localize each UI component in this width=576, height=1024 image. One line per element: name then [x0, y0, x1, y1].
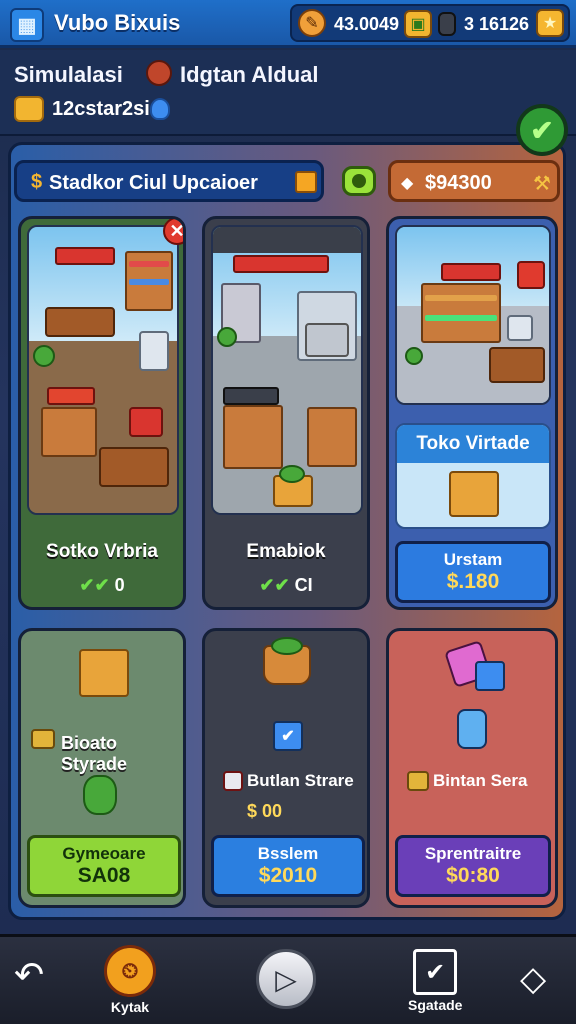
upgrade-button-3[interactable]: Sprentraitre $0:80: [395, 835, 551, 897]
category-banner[interactable]: $ Stadkor Ciul Upcaioer: [14, 160, 324, 202]
shop-scene-1: [27, 225, 179, 515]
info-panel: Toko Virtade: [395, 423, 551, 529]
nav-kytak[interactable]: ⏲ Kytak: [104, 945, 156, 1015]
upgrade-stat: $ 00: [247, 801, 283, 821]
shop-scene-2: [211, 225, 363, 515]
ticket-icon[interactable]: ✎: [298, 9, 326, 37]
upgrade-card-1[interactable]: Bioato Styrade Gymeoare SA08: [18, 628, 186, 908]
check-icon: ✔✔: [259, 575, 290, 595]
upgrade-label: Butlan Strare: [247, 771, 354, 790]
nav-back[interactable]: ↶: [14, 955, 44, 997]
app-title: Vubo Bixuis: [54, 10, 181, 35]
toggle-icon[interactable]: [342, 166, 376, 196]
jar-icon: [223, 771, 243, 791]
diamond-outline-icon: ◇: [520, 960, 547, 998]
meat-icon: [146, 60, 172, 86]
coin-balance: 12cstar2si: [52, 98, 150, 120]
check-icon: ✔✔: [79, 575, 110, 595]
timer-icon: ⏲: [104, 945, 156, 997]
header-subtitle: Idgtan Aldual: [180, 62, 319, 87]
robot-icon: [457, 709, 487, 749]
gift-box-icon: [475, 661, 505, 691]
card-stat: ✔✔ CI: [259, 575, 313, 595]
checkbox-icon[interactable]: ✔: [273, 721, 303, 751]
upgrade-label: Bioato Styrade: [61, 733, 128, 774]
dollar-icon: $: [31, 171, 43, 193]
top-bar: ▦ Vubo Bixuis ✎ 43.0049 ▣ 3 16126 ★: [0, 0, 576, 48]
upgrade-card-2[interactable]: ✔ Butlan Strare $ 00 Bsslem $2010: [202, 628, 370, 908]
bag-icon[interactable]: [438, 12, 456, 36]
upgrade-button-2[interactable]: Bsslem $2010: [211, 835, 365, 897]
build-button[interactable]: Urstam $.180: [395, 541, 551, 603]
header-title: Simulalasi: [14, 62, 123, 87]
tray-icon: [31, 729, 55, 749]
banner-label: Stadkor Ciul Upcaioer: [49, 172, 258, 194]
package-icon: [79, 649, 129, 697]
price-pill[interactable]: ◆ $94300 ⚒: [388, 160, 560, 202]
info-title: Toko Virtade: [397, 425, 549, 463]
currency-bar: ✎ 43.0049 ▣ 3 16126 ★: [290, 4, 570, 42]
confirm-check-icon[interactable]: ✔: [516, 104, 568, 156]
jar-icon: [407, 771, 429, 791]
package-icon: [449, 471, 499, 517]
price-value: $94300: [425, 172, 492, 194]
shop-card-3[interactable]: Toko Virtade Urstam $.180: [386, 216, 558, 610]
diamond-icon: ◆: [401, 175, 414, 192]
crate-icon[interactable]: ▣: [404, 10, 432, 38]
star-icon[interactable]: ★: [536, 9, 564, 37]
shop-card-1[interactable]: ✕ Sotko Vrbria ✔✔ 0: [18, 216, 186, 610]
nav-more[interactable]: ◇: [520, 959, 546, 1001]
nav-play[interactable]: ▷: [256, 949, 316, 1011]
upgrade-card-3[interactable]: Bintan Sera Sprentraitre $0:80: [386, 628, 558, 908]
undo-icon: ↶: [14, 954, 45, 995]
card-stat: ✔✔ 0: [79, 575, 125, 595]
shop-card-2[interactable]: Emabiok ✔✔ CI: [202, 216, 370, 610]
nav-sgatade[interactable]: ✔ Sgatade: [408, 949, 462, 1013]
upgrade-button-1[interactable]: Gymeoare SA08: [27, 835, 181, 897]
clipboard-icon: ✔: [413, 949, 458, 995]
plant-icon: [83, 775, 117, 815]
play-icon: ▷: [256, 949, 316, 1009]
close-icon[interactable]: ✕: [163, 219, 183, 245]
coin-stack-icon: [14, 96, 44, 122]
app-grid-icon[interactable]: ▦: [10, 8, 44, 42]
card-label: Emabiok: [246, 541, 326, 562]
hammer-icon[interactable]: ⚒: [533, 171, 551, 196]
secondary-currency-value: 3 16126: [464, 14, 530, 34]
card-label: Sotko Vrbria: [46, 541, 158, 562]
shop-scene-3: [395, 225, 551, 405]
primary-currency-value: 43.0049: [334, 14, 400, 34]
upgrade-label: Bintan Sera: [433, 771, 528, 790]
edit-icon[interactable]: [295, 171, 317, 193]
gem-icon: [150, 98, 170, 120]
plant-icon: [271, 637, 303, 655]
bottom-nav: ↶ ⏲ Kytak ▷ ✔ Sgatade ◇: [0, 934, 576, 1024]
